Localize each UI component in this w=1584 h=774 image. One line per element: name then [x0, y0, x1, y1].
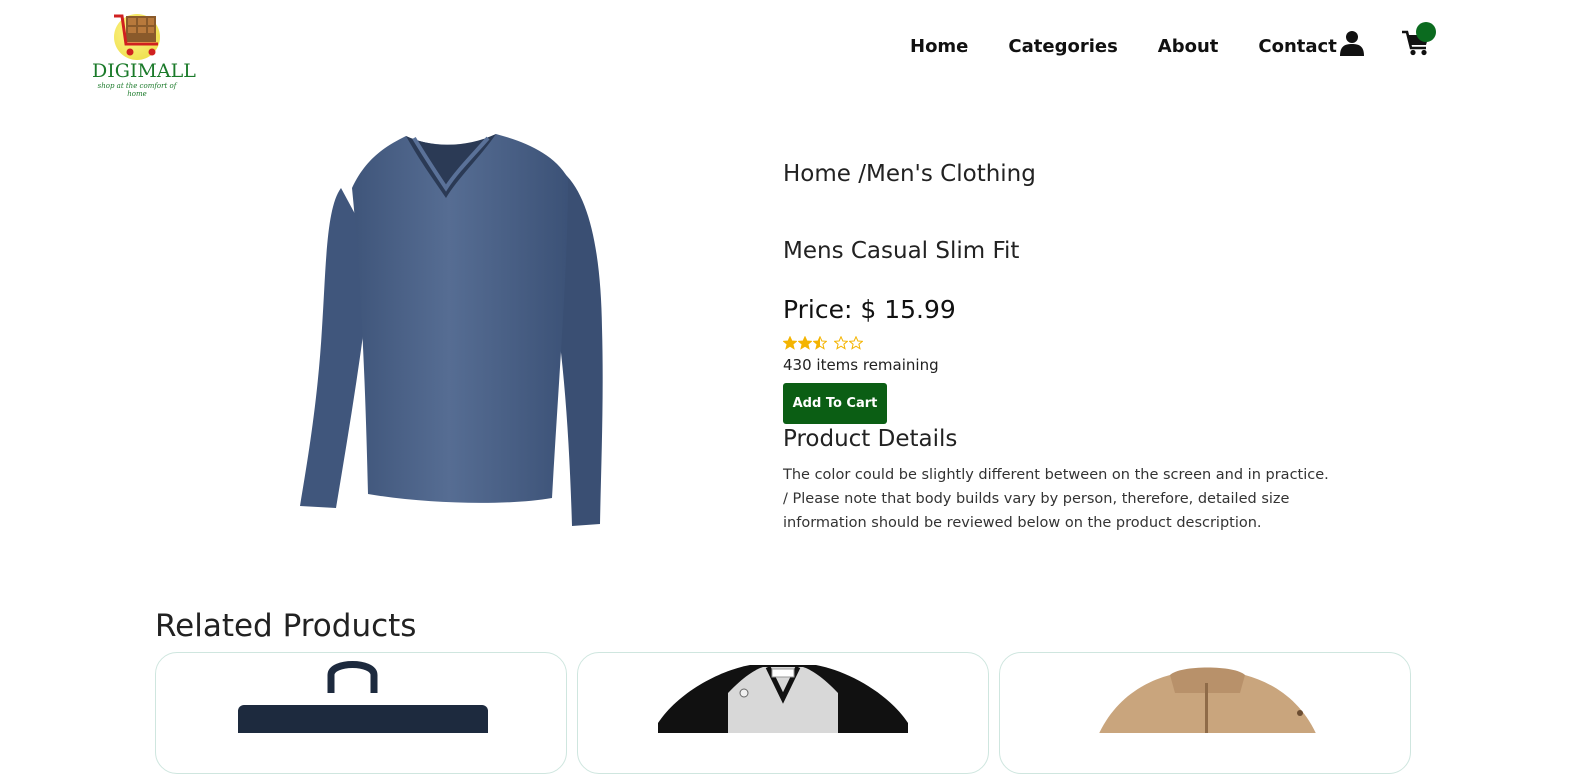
product-title: Mens Casual Slim Fit — [783, 238, 1020, 264]
stock-count: 430 items remaining — [783, 356, 939, 374]
brand-tagline: shop at the comfort of home — [97, 82, 177, 98]
logo-cart-icon — [114, 14, 158, 56]
nav-categories[interactable]: Categories — [1008, 36, 1117, 57]
brand-name: DIGIMALL — [92, 60, 196, 82]
nav-about[interactable]: About — [1158, 36, 1219, 57]
details-text: The color could be slightly different be… — [783, 467, 1329, 531]
related-card-jacket[interactable] — [999, 652, 1411, 774]
jacket-image — [1099, 667, 1316, 733]
star-icon — [783, 336, 797, 350]
product-image — [300, 134, 603, 526]
star-icon — [813, 336, 827, 350]
related-heading: Related Products — [155, 608, 417, 644]
product-price: Price: $ 15.99 — [783, 295, 956, 324]
nav-contact[interactable]: Contact — [1258, 36, 1336, 57]
breadcrumb[interactable]: Home /Men's Clothing — [783, 161, 1036, 187]
rating-stars — [783, 336, 864, 352]
add-to-cart-button[interactable]: Add To Cart — [783, 383, 887, 424]
backpack-image — [238, 661, 488, 733]
nav-home[interactable]: Home — [910, 36, 968, 57]
details-heading: Product Details — [783, 426, 958, 452]
logo[interactable]: DIGIMALL shop at the comfort of home — [92, 10, 196, 98]
star-icon — [834, 336, 848, 350]
user-icon[interactable] — [1340, 30, 1364, 56]
star-icon — [849, 336, 863, 350]
star-icon — [798, 336, 812, 350]
raglan-shirt-image — [658, 665, 908, 733]
main-nav: Home Categories About Contact — [910, 34, 1377, 58]
cart-badge — [1416, 22, 1436, 42]
related-card-raglan-shirt[interactable] — [577, 652, 989, 774]
related-card-backpack[interactable] — [155, 652, 567, 774]
